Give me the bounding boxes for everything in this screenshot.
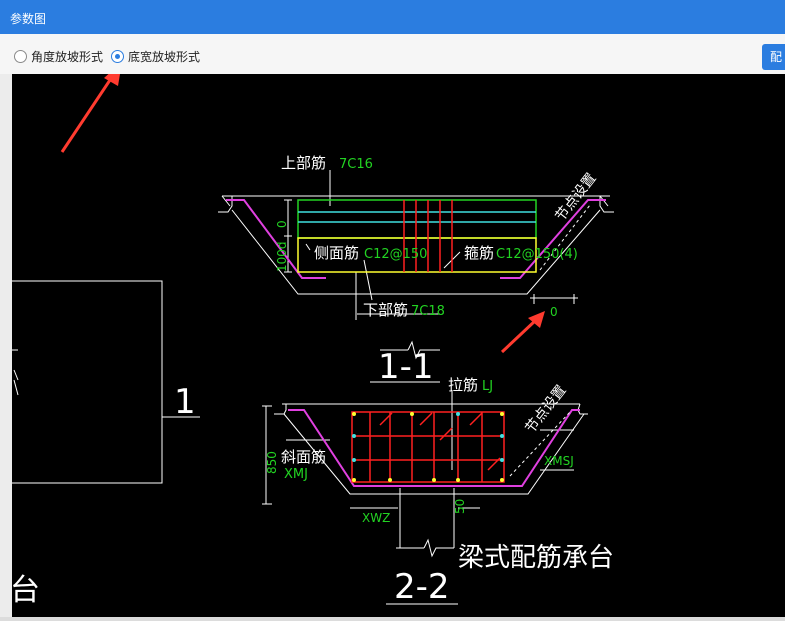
left-section-label: 1 [174, 382, 196, 422]
s2-node-setting: 节点设置 [523, 382, 570, 436]
window-title: 参数图 [10, 12, 47, 26]
s2-dim-50: 50 [453, 499, 467, 514]
s1-bottom-bar-label: 下部筋 [363, 301, 408, 319]
radio-bottom-width-slope[interactable]: 底宽放坡形式 [111, 49, 201, 64]
s1-stirrup-label: 箍筋 [464, 244, 494, 262]
s2-xwz: XWZ [362, 511, 390, 525]
radio-angle-slope-label: 角度放坡形式 [31, 49, 104, 64]
window-bottom-edge [0, 617, 785, 621]
s1-side-bar-label: 侧面筋 [314, 244, 359, 262]
left-glyph: 台 [12, 573, 40, 608]
radio-circle-icon [14, 49, 27, 63]
s1-top-bar-label: 上部筋 [281, 154, 326, 172]
s1-bottom-bar-value: 7C18 [411, 304, 445, 319]
s1-dim-side: 100d [275, 241, 289, 272]
s2-xmsj: XMSJ [544, 454, 574, 468]
s1-stirrup-value: C12@150(4) [496, 247, 578, 262]
left-panel-edge [0, 74, 12, 621]
radio-angle-slope[interactable]: 角度放坡形式 [14, 49, 104, 64]
s1-top-bar-value: 7C16 [339, 157, 373, 172]
s2-height-dim: 850 [265, 451, 279, 474]
s2-tie-bar-value: LJ [482, 379, 493, 394]
radio-circle-checked-icon [111, 49, 124, 63]
s1-section-title: 1-1 [378, 347, 434, 387]
section-1-1: 上部筋 7C16 0 100d 侧面筋 C12@150 箍筋 C12@150(4… [218, 154, 614, 387]
annotation-arrow-icon [60, 74, 120, 153]
s1-side-bar-value: C12@150 [364, 247, 427, 262]
s2-tie-bar-label: 拉筋 [448, 376, 478, 394]
s2-slope-bar-label: 斜面筋 [281, 448, 326, 466]
left-plan-box [12, 280, 200, 484]
title-bar: 参数图 [0, 0, 785, 34]
annotation-arrow-icon-2 [500, 311, 545, 354]
s1-dim-right: 0 [550, 305, 558, 319]
parameter-drawing-canvas: 1 台 上部筋 7C16 0 100d 侧面筋 C12@150 箍筋 C12@1… [12, 74, 785, 621]
side-config-button[interactable]: 配 [762, 44, 785, 70]
s1-dim-top: 0 [275, 220, 289, 228]
s2-slope-bar-value: XMJ [284, 467, 308, 482]
s2-section-title: 2-2 [394, 567, 450, 607]
drawing-caption: 梁式配筋承台 [458, 543, 614, 573]
s1-node-setting: 节点设置 [553, 170, 600, 224]
radio-bottom-width-slope-label: 底宽放坡形式 [128, 49, 201, 64]
drawing-svg: 1 台 上部筋 7C16 0 100d 侧面筋 C12@150 箍筋 C12@1… [12, 74, 614, 608]
option-toolbar: 角度放坡形式 底宽放坡形式 [0, 34, 785, 74]
